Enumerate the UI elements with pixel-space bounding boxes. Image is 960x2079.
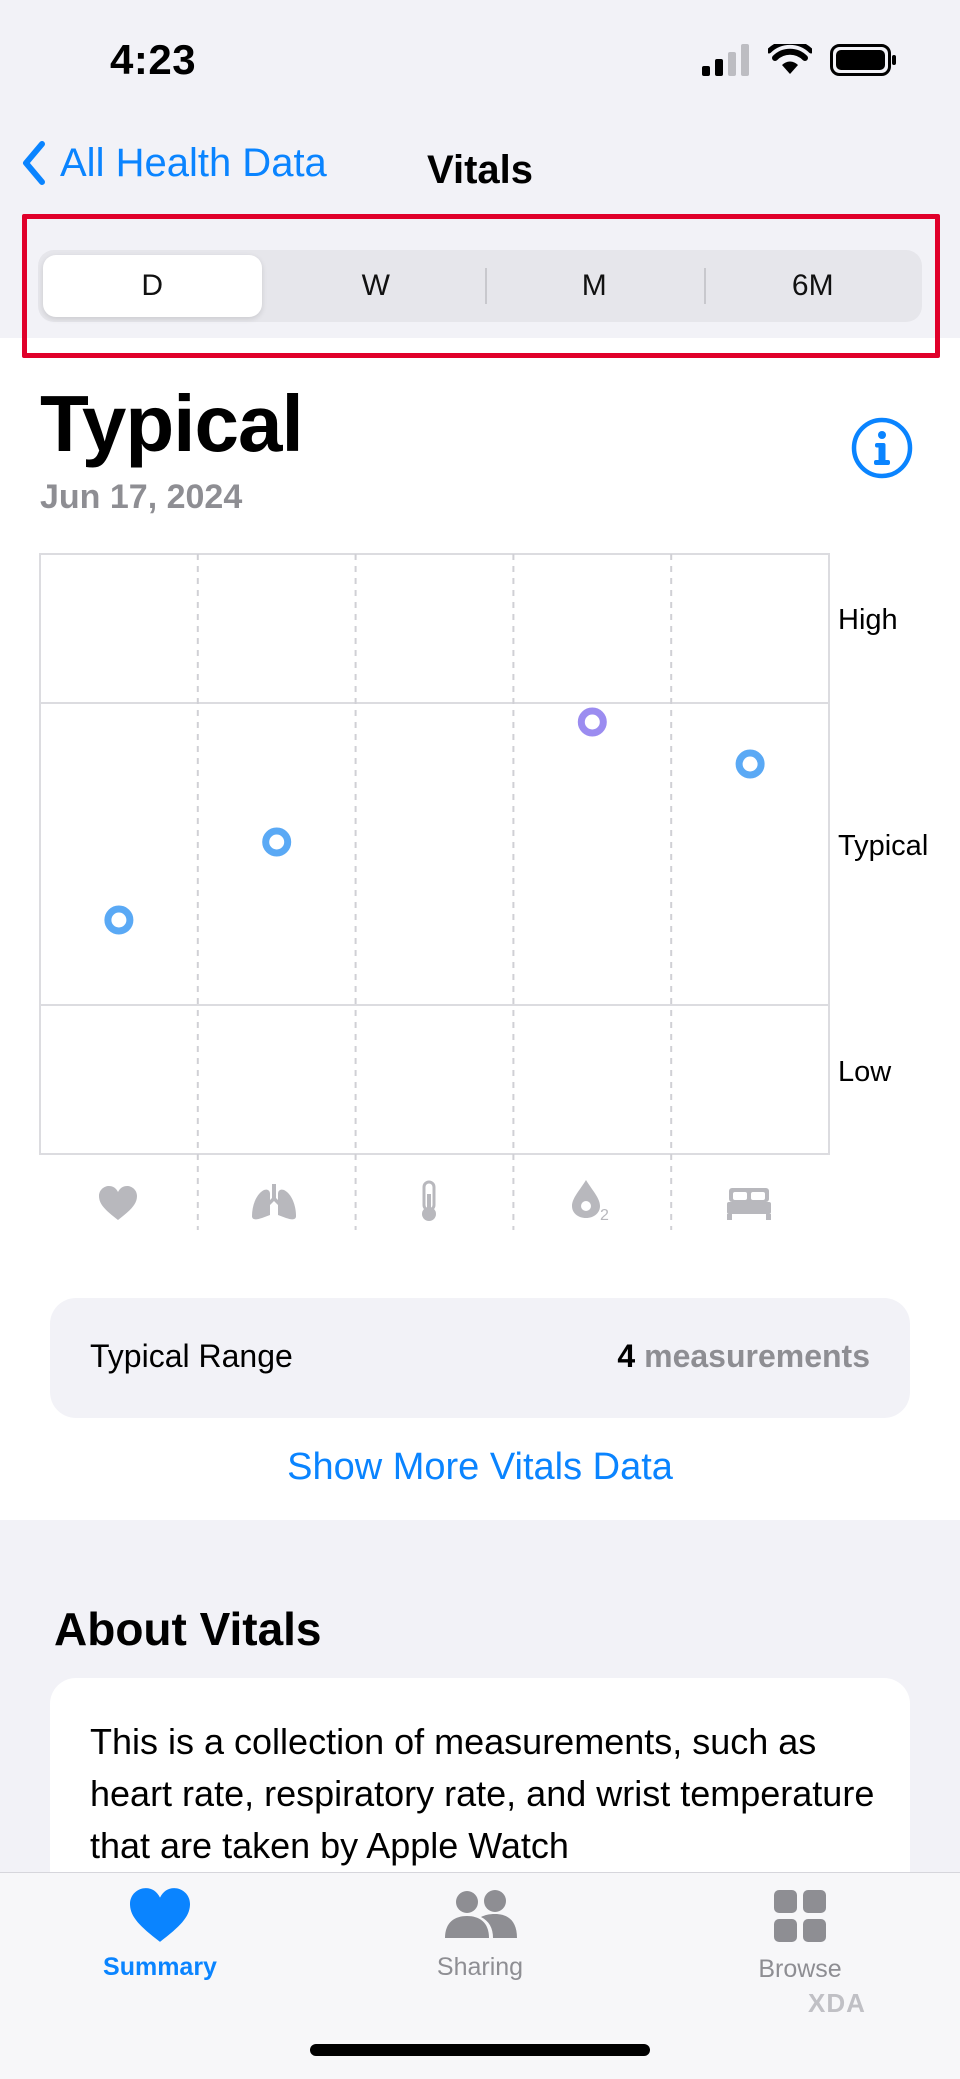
xda-watermark: XDA: [808, 1988, 866, 2018]
measurement-count-unit: measurements: [644, 1338, 870, 1374]
date-label: Jun 17, 2024: [40, 478, 243, 516]
point-sleep-duration: [735, 749, 765, 779]
typical-range-label: Typical Range: [90, 1338, 293, 1374]
svg-text:2: 2: [600, 1207, 609, 1224]
y-band-labels: High Typical Low: [838, 604, 928, 1088]
highlight-box: [22, 214, 940, 358]
measurement-count: 4 measurements: [617, 1338, 870, 1375]
chart-grid: [39, 553, 830, 1230]
respiratory-rate-icon: [252, 1184, 296, 1220]
about-title: About Vitals: [54, 1603, 322, 1655]
status-icons: [702, 44, 898, 76]
y-label-typical: Typical: [838, 830, 928, 862]
tab-label: Browse: [758, 1955, 842, 1983]
tab-summary[interactable]: Summary: [60, 1888, 260, 1982]
wifi-icon: [768, 44, 812, 74]
grid-icon: [774, 1890, 826, 1942]
point-heart-rate: [104, 905, 134, 935]
point-blood-oxygen: [577, 707, 607, 737]
signal-icon: [702, 44, 749, 76]
status-title: Typical: [40, 379, 304, 468]
page-title: Vitals: [427, 148, 533, 192]
sleep-duration-icon: [727, 1188, 771, 1220]
heart-fill-icon: [130, 1888, 190, 1942]
blood-oxygen-icon: 2: [572, 1180, 609, 1224]
home-indicator: [310, 2044, 650, 2056]
wrist-temperature-icon: [422, 1180, 436, 1221]
chart-points: [104, 707, 765, 935]
tab-label: Summary: [103, 1953, 217, 1981]
status-time: 4:23: [110, 36, 197, 83]
heart-rate-icon: [99, 1186, 137, 1220]
show-more-vitals-link[interactable]: Show More Vitals Data: [0, 1446, 960, 1489]
about-text: This is a collection of measurements, su…: [90, 1721, 875, 1866]
tab-sharing[interactable]: Sharing: [380, 1888, 580, 1982]
tab-label: Sharing: [436, 1953, 524, 1981]
y-label-high: High: [838, 604, 898, 636]
info-icon[interactable]: [850, 416, 914, 480]
battery-icon: [830, 44, 896, 76]
vitals-chart: High Typical Low 2: [39, 553, 928, 1230]
measurement-count-number: 4: [617, 1338, 636, 1374]
chart-frame: [39, 553, 830, 1155]
y-label-low: Low: [838, 1056, 892, 1088]
people-icon: [445, 1890, 517, 1938]
point-respiratory-rate: [262, 827, 292, 857]
tab-browse[interactable]: Browse: [700, 1888, 900, 1984]
